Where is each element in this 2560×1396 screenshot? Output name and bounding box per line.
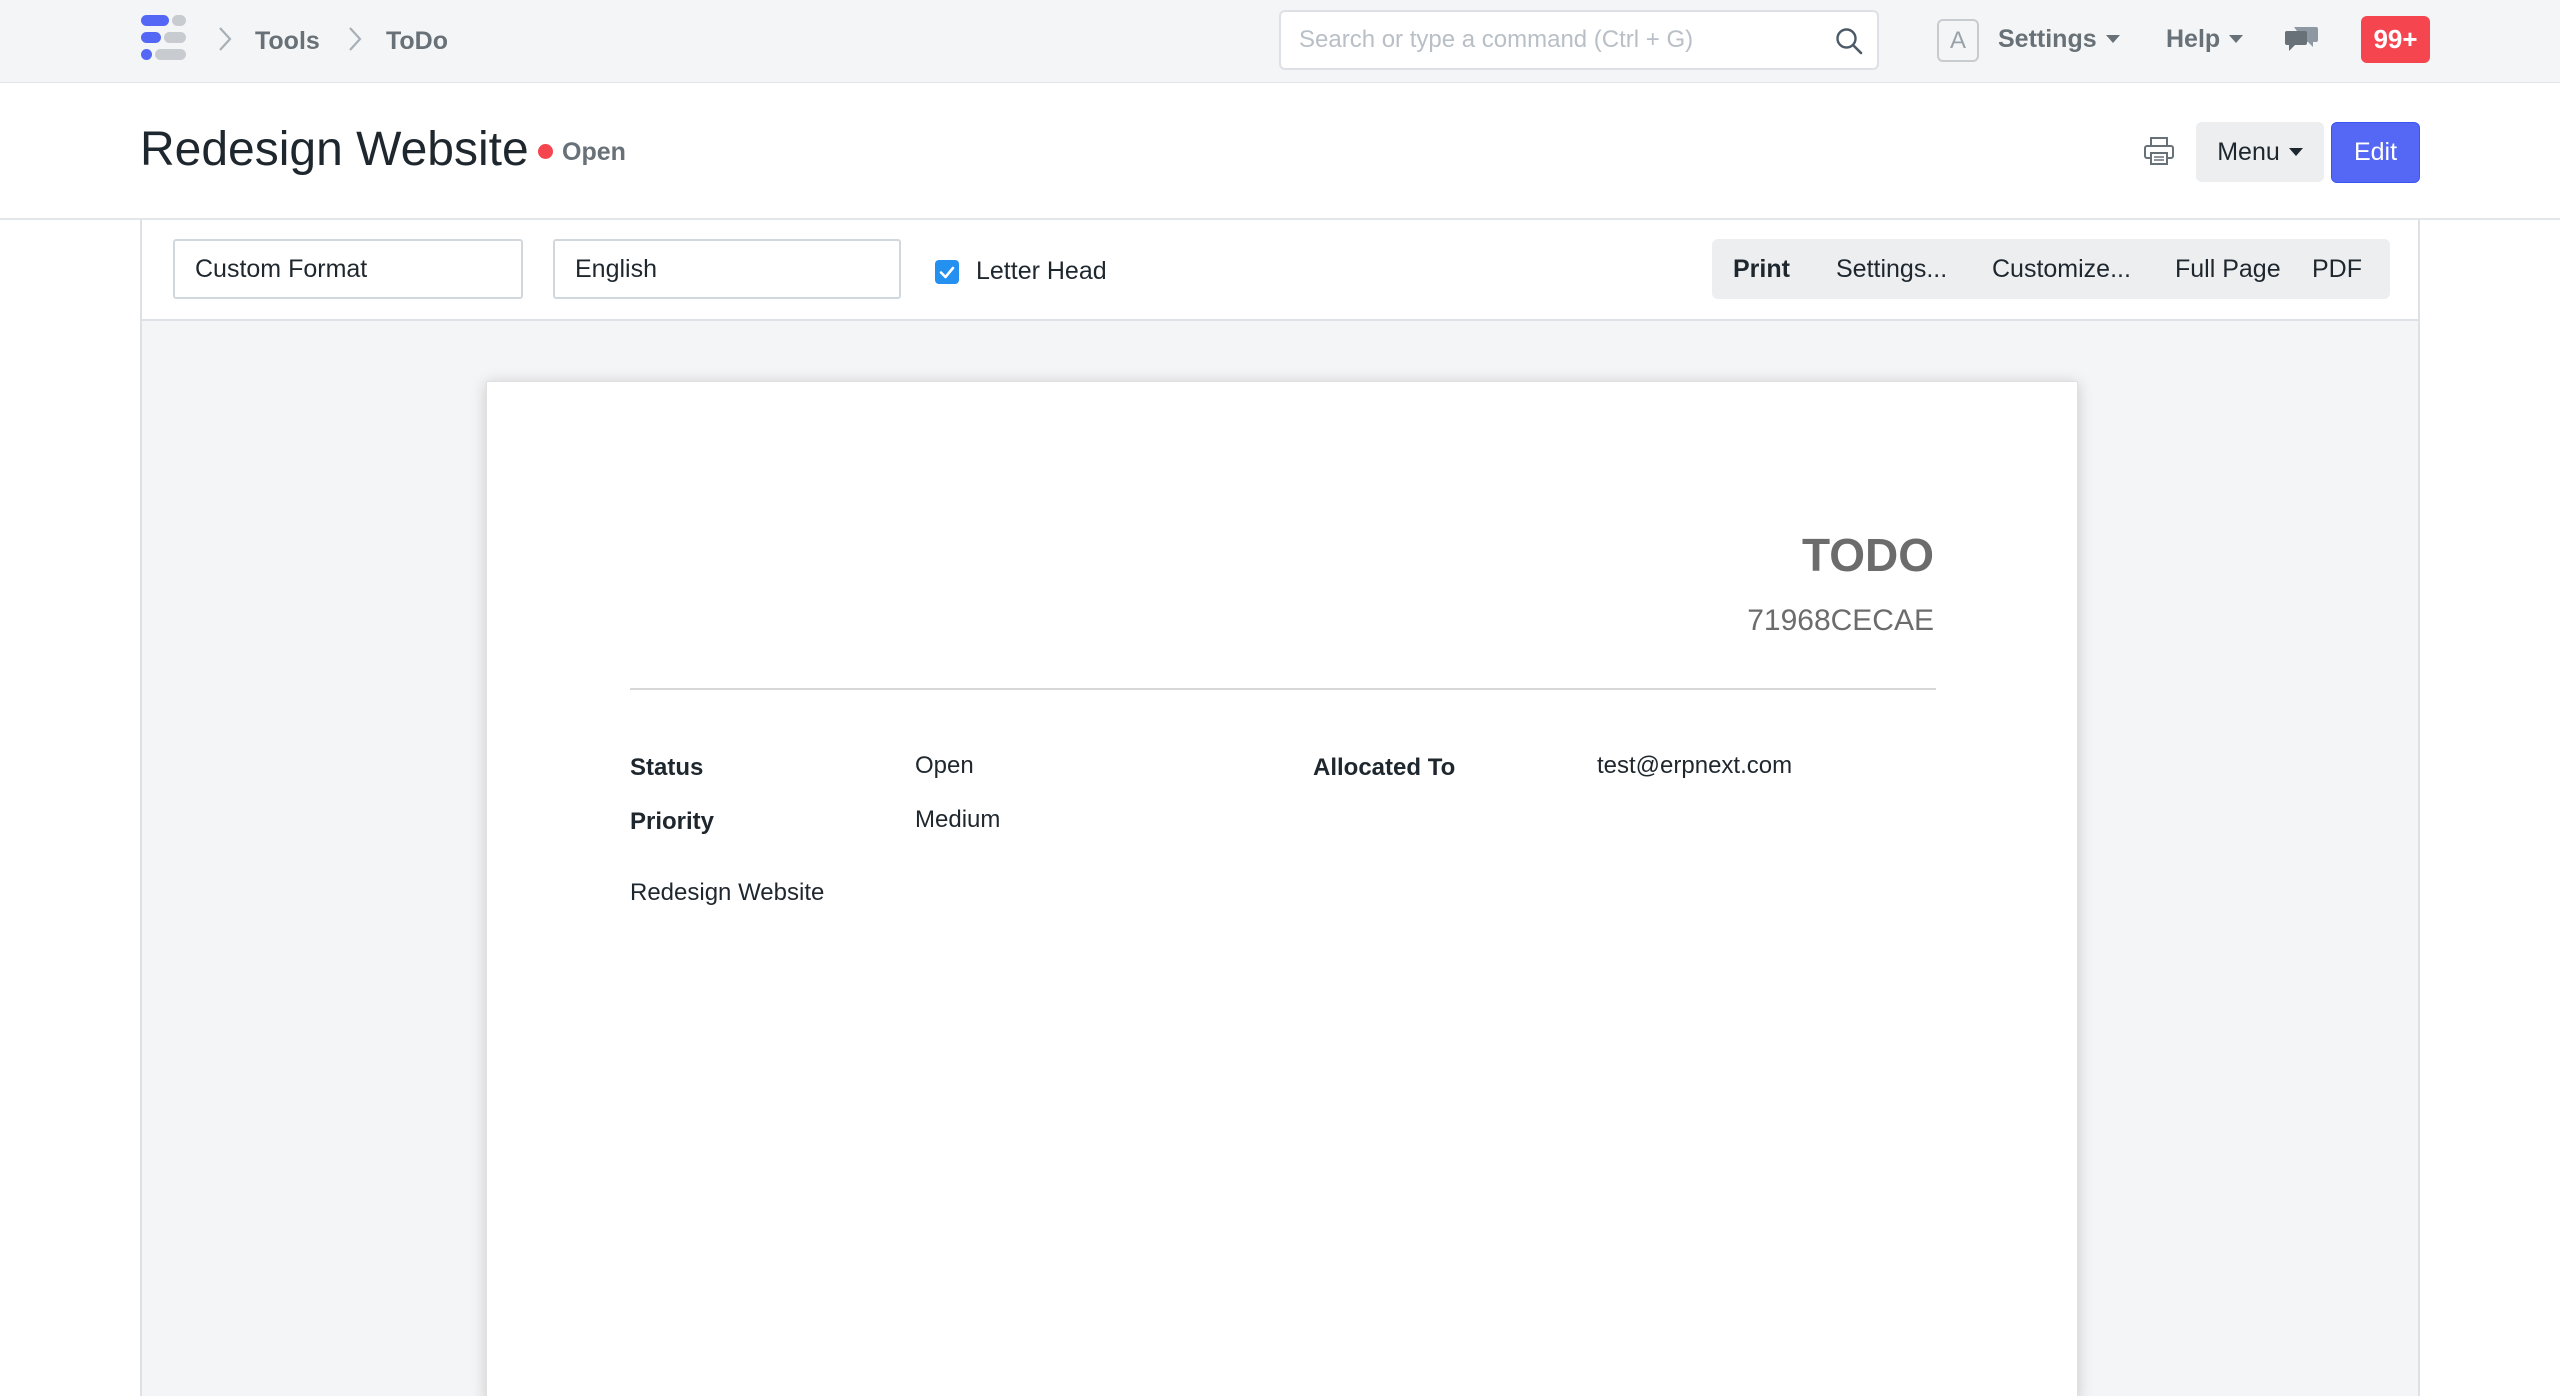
menu-button[interactable]: Menu [2196,122,2324,182]
search-icon[interactable] [1835,27,1863,55]
priority-field-label: Priority [630,808,715,835]
status-field-label: Status [630,754,704,781]
pdf-button[interactable]: PDF [2312,239,2362,299]
caret-down-icon [2229,35,2244,43]
print-view: Custom Format English Letter Head Print … [140,220,2420,1396]
chevron-right-icon [348,26,362,52]
print-toolbar: Custom Format English Letter Head Print … [142,220,2418,321]
search-bar [1279,10,1879,70]
print-format-select[interactable]: Custom Format [173,239,523,299]
status-indicator-dot [538,144,553,159]
print-preview-page: TODO 71968CECAE Status Open Allocated To… [486,381,2078,1396]
print-settings-button[interactable]: Settings... [1836,239,1947,299]
avatar[interactable]: A [1937,19,1979,62]
settings-dropdown[interactable]: Settings [1998,24,2120,54]
caret-down-icon [2288,148,2303,156]
navbar: Tools ToDo A Settings Help 99+ [0,0,2560,83]
print-actions-group: Print Settings... Customize... Full Page… [1712,239,2390,299]
status-field-value: Open [915,752,974,779]
page-title: Redesign Website [140,123,529,176]
letter-head-label[interactable]: Letter Head [976,256,1107,286]
breadcrumb-tools[interactable]: Tools [255,26,320,56]
search-input[interactable] [1299,12,1819,68]
help-dropdown[interactable]: Help [2166,24,2244,54]
app-logo-icon[interactable] [139,13,189,63]
description-text: Redesign Website [630,879,825,906]
page-head: Redesign Website Open Menu Edit [0,84,2560,220]
edit-button[interactable]: Edit [2331,122,2420,183]
print-button[interactable]: Print [1733,239,1790,299]
menu-label: Menu [2217,137,2280,166]
full-page-button[interactable]: Full Page [2175,239,2281,299]
letter-head-checkbox[interactable] [935,260,959,284]
check-icon [939,266,955,279]
breadcrumb-todo[interactable]: ToDo [386,26,448,56]
chat-icon[interactable] [2285,23,2319,53]
status-badge: Open [562,138,626,166]
chevron-right-icon [218,26,232,52]
customize-button[interactable]: Customize... [1992,239,2131,299]
divider [630,688,1936,690]
priority-field-value: Medium [915,806,1001,833]
caret-down-icon [2105,35,2120,43]
allocated-to-field-value: test@erpnext.com [1597,752,1793,779]
document-id: 71968CECAE [1747,604,1934,637]
language-select[interactable]: English [553,239,901,299]
document-heading: TODO [1801,529,1934,581]
help-label: Help [2166,25,2221,53]
allocated-to-field-label: Allocated To [1313,754,1456,781]
printer-icon[interactable] [2143,136,2175,166]
notification-badge[interactable]: 99+ [2361,16,2430,63]
settings-label: Settings [1998,25,2097,53]
